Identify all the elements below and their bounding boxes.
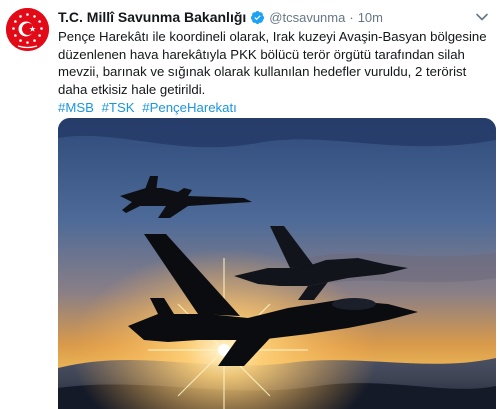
chevron-down-icon[interactable] xyxy=(474,10,490,24)
author-name[interactable]: T.C. Millî Savunma Bakanlığı xyxy=(58,9,246,25)
separator-dot: · xyxy=(349,9,354,25)
avatar[interactable] xyxy=(6,8,49,51)
turkish-flag-emblem-icon xyxy=(6,8,49,51)
tweet-header: T.C. Millî Savunma Bakanlığı @tcsavunma … xyxy=(58,8,490,26)
verified-badge-icon xyxy=(251,10,265,24)
tweet-text: Pençe Harekâtı ile koordineli olarak, Ir… xyxy=(58,29,487,97)
timestamp[interactable]: 10m xyxy=(358,10,383,25)
hashtag-msb[interactable]: #MSB xyxy=(58,100,94,115)
hashtag-list: #MSB #TSK #PençeHarekatı xyxy=(58,99,490,116)
hashtag-tsk[interactable]: #TSK xyxy=(102,100,135,115)
fighter-jets-sunset-image xyxy=(58,118,496,409)
author-handle[interactable]: @tcsavunma xyxy=(269,10,345,25)
tweet-photo[interactable] xyxy=(58,118,496,409)
tweet: T.C. Millî Savunma Bakanlığı @tcsavunma … xyxy=(0,0,500,409)
hashtag-pence-harekati[interactable]: #PençeHarekatı xyxy=(142,100,237,115)
tweet-content: T.C. Millî Savunma Bakanlığı @tcsavunma … xyxy=(58,8,490,116)
